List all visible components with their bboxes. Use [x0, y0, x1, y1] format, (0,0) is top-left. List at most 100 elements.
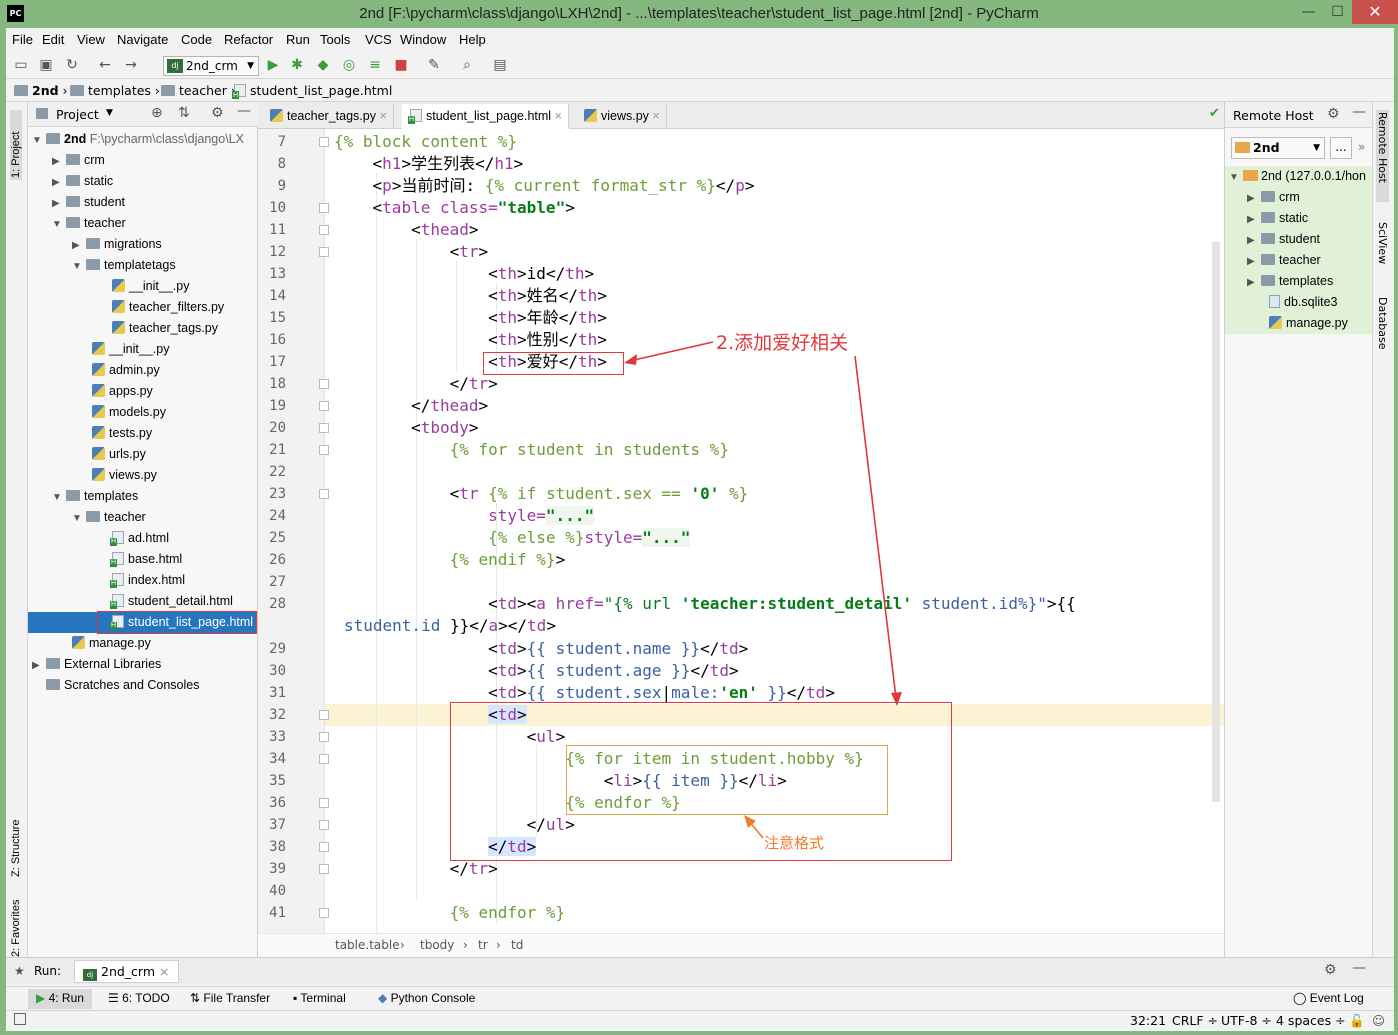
tree-item-manage[interactable]: manage.py	[72, 633, 151, 654]
tree-item-ad-html[interactable]: ad.html	[110, 528, 169, 549]
tree-item-tests[interactable]: tests.py	[92, 423, 152, 444]
tree-root[interactable]: ▼ 2nd F:\pycharm\class\django\LX	[32, 129, 244, 150]
remote-item-static[interactable]: ▶ static	[1247, 208, 1308, 229]
tree-item-static[interactable]: ▶ static	[52, 171, 113, 192]
tree-item-templates-teacher[interactable]: ▼ teacher	[72, 507, 146, 528]
forward-icon[interactable]: →	[123, 57, 139, 73]
menu-tools[interactable]: Tools	[320, 32, 350, 47]
lock-icon[interactable]: 🔓	[1349, 1013, 1365, 1029]
nav-project[interactable]: 2nd ›	[14, 83, 68, 98]
gear-icon[interactable]: ⚙	[1327, 106, 1340, 122]
run-config-selector[interactable]: dj 2nd_crm ▼	[163, 56, 259, 76]
menu-code[interactable]: Code	[181, 32, 212, 47]
remote-icon[interactable]: ▤	[492, 57, 508, 73]
project-view-selector[interactable]: Project	[56, 107, 99, 122]
tree-item-models[interactable]: models.py	[92, 402, 166, 423]
gear-icon[interactable]: ⚙	[211, 105, 224, 121]
concurrency-icon[interactable]: ≡	[367, 57, 383, 73]
tree-item-migrations[interactable]: ▶ migrations	[72, 234, 162, 255]
run-icon[interactable]: ▶	[265, 57, 281, 73]
tab-project[interactable]: 1: Project	[10, 110, 22, 180]
tree-item-index-html[interactable]: index.html	[110, 570, 185, 591]
hide-icon[interactable]: —	[1352, 104, 1366, 120]
line-separator[interactable]: CRLF ÷	[1172, 1013, 1218, 1028]
tree-item-external-libraries[interactable]: ▶ External Libraries	[32, 654, 161, 675]
tool-terminal[interactable]: ▪ Terminal	[293, 991, 346, 1005]
tab-structure[interactable]: Z: Structure	[10, 797, 22, 877]
tree-item-init-py[interactable]: __init__.py	[92, 339, 169, 360]
search-icon[interactable]: ⌕	[459, 57, 475, 73]
menu-window[interactable]: Window	[400, 32, 446, 47]
hide-icon[interactable]: —	[1352, 960, 1366, 976]
menu-help[interactable]: Help	[459, 32, 486, 47]
tree-item-templates[interactable]: ▼ templates	[52, 486, 138, 507]
expand-icon[interactable]: »	[1358, 140, 1365, 154]
nav-teacher[interactable]: teacher ›	[161, 83, 236, 98]
caret-position[interactable]: 32:21	[1130, 1013, 1166, 1028]
gear-icon[interactable]: ⚙	[1324, 962, 1337, 978]
indent-setting[interactable]: 4 spaces ÷	[1276, 1013, 1346, 1028]
coverage-icon[interactable]: ◆	[315, 57, 331, 73]
tree-item-scratches[interactable]: Scratches and Consoles	[46, 675, 200, 696]
server-selector[interactable]: 2nd ▼	[1231, 137, 1325, 159]
remote-root[interactable]: ▼ 2nd (127.0.0.1/hon	[1229, 166, 1366, 187]
remote-item-manage[interactable]: manage.py	[1269, 313, 1348, 334]
close-button[interactable]: ✕	[1352, 0, 1398, 24]
crumb-tbody[interactable]: tbody	[420, 938, 454, 952]
settings-wrench-icon[interactable]: ✎	[426, 57, 442, 73]
chevron-down-icon[interactable]: ▼	[106, 108, 113, 118]
remote-item-teacher[interactable]: ▶ teacher	[1247, 250, 1321, 271]
nav-templates[interactable]: templates ›	[70, 83, 160, 98]
sync-icon[interactable]: ↻	[64, 57, 80, 73]
debug-icon[interactable]: ✱	[289, 57, 305, 73]
tab-sciview[interactable]: SciView	[1376, 222, 1389, 282]
close-tab-icon[interactable]: ×	[159, 964, 169, 979]
tree-item-base-html[interactable]: base.html	[110, 549, 182, 570]
editor-scrollbar[interactable]	[1212, 242, 1220, 802]
tree-item-views[interactable]: views.py	[92, 465, 157, 486]
menu-refactor[interactable]: Refactor	[224, 32, 273, 47]
remote-item-student[interactable]: ▶ student	[1247, 229, 1320, 250]
open-folder-icon[interactable]: ▭	[13, 57, 29, 73]
run-tab-2nd-crm[interactable]: dj 2nd_crm ×	[74, 960, 179, 983]
code-editor[interactable]: teacher_tags.py × student_list_page.html…	[258, 102, 1224, 957]
remote-item-db[interactable]: db.sqlite3	[1269, 292, 1338, 313]
tree-item-crm[interactable]: ▶ crm	[52, 150, 105, 171]
tree-item-apps[interactable]: apps.py	[92, 381, 153, 402]
menu-run[interactable]: Run	[286, 32, 310, 47]
more-button[interactable]: ...	[1330, 137, 1352, 159]
tool-file-transfer[interactable]: ⇅ File Transfer	[190, 991, 270, 1005]
inspector-icon[interactable]: ☺	[1372, 1013, 1385, 1028]
crumb-td[interactable]: td	[511, 938, 523, 952]
minimize-button[interactable]: —	[1294, 0, 1323, 24]
tool-todo[interactable]: ☰ 6: TODO	[108, 991, 170, 1005]
crumb-tr[interactable]: tr	[478, 938, 488, 952]
stop-icon[interactable]: ■	[393, 57, 409, 73]
tree-item-urls[interactable]: urls.py	[92, 444, 146, 465]
tool-event-log[interactable]: ◯ Event Log	[1293, 991, 1364, 1005]
menu-navigate[interactable]: Navigate	[117, 32, 168, 47]
tree-item-teacher-tags[interactable]: teacher_tags.py	[112, 318, 218, 339]
back-icon[interactable]: ←	[97, 57, 113, 73]
tab-favorites[interactable]: 2: Favorites	[10, 897, 22, 957]
locate-icon[interactable]: ⊕	[151, 105, 163, 121]
remote-item-templates[interactable]: ▶ templates	[1247, 271, 1333, 292]
collapse-icon[interactable]: ⇅	[178, 105, 190, 121]
remote-item-crm[interactable]: ▶ crm	[1247, 187, 1300, 208]
menu-file[interactable]: File	[12, 32, 33, 47]
save-icon[interactable]: ▣	[38, 57, 54, 73]
tree-item-templatetags[interactable]: ▼ templatetags	[72, 255, 176, 276]
tool-run[interactable]: ▶ 4: Run	[28, 989, 92, 1009]
hide-icon[interactable]: —	[237, 103, 251, 119]
profile-icon[interactable]: ◎	[341, 57, 357, 73]
tree-item-admin[interactable]: admin.py	[92, 360, 160, 381]
layout-icon[interactable]	[14, 1013, 26, 1025]
crumb-table[interactable]: table.table	[335, 938, 400, 952]
menu-edit[interactable]: Edit	[42, 32, 64, 47]
tool-python-console[interactable]: ◆ Python Console	[378, 991, 475, 1005]
tree-item-teacher[interactable]: ▼ teacher	[52, 213, 126, 234]
tree-item-student-detail[interactable]: student_detail.html	[110, 591, 233, 612]
nav-file[interactable]: student_list_page.html	[232, 83, 392, 99]
tree-item-teacher-filters[interactable]: teacher_filters.py	[112, 297, 224, 318]
tab-remote-host[interactable]: Remote Host	[1376, 110, 1389, 202]
